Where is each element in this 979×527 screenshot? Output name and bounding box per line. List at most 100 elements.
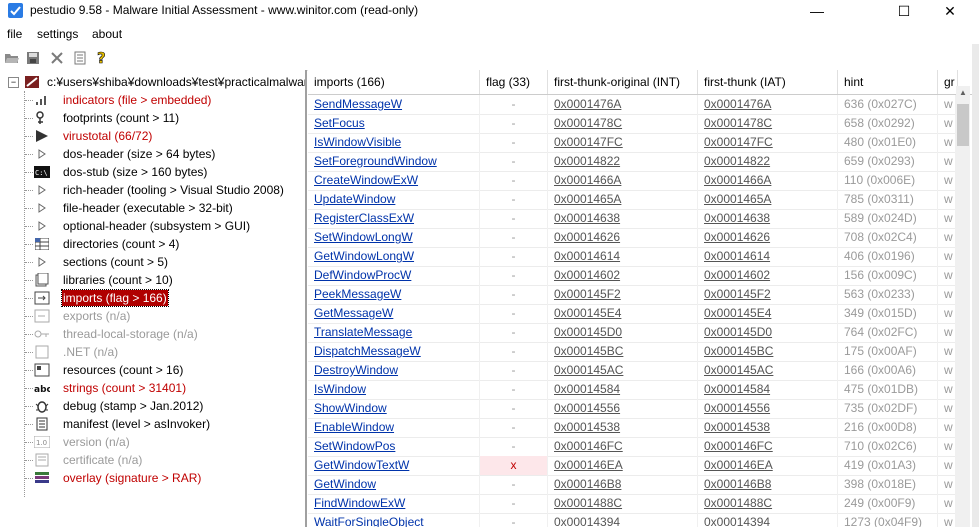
tree-item[interactable]: indicators (file > embedded): [34, 91, 212, 109]
int-cell: 0x0001488C: [548, 494, 698, 513]
import-name-cell[interactable]: SetWindowLongW: [308, 228, 480, 247]
table-row[interactable]: IsWindow -0x00014584 0x00014584 475 (0x01DB…: [308, 380, 956, 400]
menu-bar: file settings about: [0, 26, 979, 44]
tree-item[interactable]: libraries (count > 10): [34, 271, 174, 289]
column-header-int[interactable]: first-thunk-original (INT): [548, 70, 698, 94]
minimize-button[interactable]: —: [794, 0, 840, 22]
import-name-cell[interactable]: DestroyWindow: [308, 361, 480, 380]
table-row[interactable]: DispatchMessageW -0x000145BC 0x000145BC 175…: [308, 342, 956, 362]
scroll-up-arrow-icon[interactable]: ▲: [956, 88, 970, 100]
help-icon[interactable]: ?: [94, 50, 110, 66]
key-icon: [34, 327, 50, 341]
import-name-cell[interactable]: GetWindowTextW: [308, 456, 480, 475]
table-row[interactable]: UpdateWindow -0x0001465A 0x0001465A 785 (0x…: [308, 190, 956, 210]
import-name-cell[interactable]: RegisterClassExW: [308, 209, 480, 228]
list-icon[interactable]: [72, 50, 88, 66]
int-cell: 0x000145BC: [548, 342, 698, 361]
table-row[interactable]: SetWindowPos -0x000146FC 0x000146FC 710 (0x…: [308, 437, 956, 457]
table-row[interactable]: WaitForSingleObject -0x00014394 0x00014394…: [308, 513, 956, 527]
scrollbar-thumb[interactable]: [957, 104, 969, 146]
tree-root[interactable]: − c:¥users¥shiba¥downloads¥test¥practica…: [8, 73, 305, 91]
tree-item[interactable]: virustotal (66/72): [34, 127, 153, 145]
tree-item[interactable]: overlay (signature > RAR): [34, 469, 202, 487]
import-name-cell[interactable]: IsWindowVisible: [308, 133, 480, 152]
tree-item[interactable]: abc strings (count > 31401): [34, 379, 187, 397]
tree-connector: [25, 478, 33, 479]
tree-item[interactable]: debug (stamp > Jan.2012): [34, 397, 204, 415]
import-name-cell[interactable]: SetWindowPos: [308, 437, 480, 456]
table-row[interactable]: DestroyWindow -0x000145AC 0x000145AC 166 (0…: [308, 361, 956, 381]
import-name-cell[interactable]: FindWindowExW: [308, 494, 480, 513]
column-header-flag[interactable]: flag (33): [480, 70, 548, 94]
import-name-cell[interactable]: WaitForSingleObject: [308, 513, 480, 527]
import-name-cell[interactable]: GetWindowLongW: [308, 247, 480, 266]
table-row[interactable]: PeekMessageW -0x000145F2 0x000145F2 563 (0x…: [308, 285, 956, 305]
table-row[interactable]: RegisterClassExW -0x00014638 0x00014638 589…: [308, 209, 956, 229]
column-header-iat[interactable]: first-thunk (IAT): [698, 70, 838, 94]
table-row[interactable]: DefWindowProcW -0x00014602 0x00014602 156 (…: [308, 266, 956, 286]
tree-item[interactable]: exports (n/a): [34, 307, 131, 325]
import-name-cell[interactable]: SendMessageW: [308, 95, 480, 114]
maximize-button[interactable]: ☐: [881, 0, 927, 22]
menu-settings[interactable]: settings: [37, 27, 78, 41]
tree-item[interactable]: C:\ dos-stub (size > 160 bytes): [34, 163, 208, 181]
column-header-imports[interactable]: imports (166): [308, 70, 480, 94]
iat-cell: 0x0001465A: [698, 190, 838, 209]
tree-item[interactable]: certificate (n/a): [34, 451, 143, 469]
table-row[interactable]: SendMessageW -0x0001476A 0x0001476A 636 (0x…: [308, 95, 956, 115]
collapse-toggle-icon[interactable]: −: [8, 76, 19, 88]
import-name-cell[interactable]: IsWindow: [308, 380, 480, 399]
tree-item[interactable]: footprints (count > 11): [34, 109, 180, 127]
table-row[interactable]: SetForegroundWindow -0x00014822 0x00014822…: [308, 152, 956, 172]
table-row[interactable]: GetWindow -0x000146B8 0x000146B8 398 (0x018…: [308, 475, 956, 495]
tree-item[interactable]: file-header (executable > 32-bit): [34, 199, 234, 217]
table-row[interactable]: EnableWindow -0x00014538 0x00014538 216 (0x…: [308, 418, 956, 438]
tree-item[interactable]: directories (count > 4): [34, 235, 180, 253]
table-row[interactable]: SetWindowLongW -0x00014626 0x00014626 708 (…: [308, 228, 956, 248]
table-row[interactable]: GetMessageW -0x000145E4 0x000145E4 349 (0x0…: [308, 304, 956, 324]
tree-item[interactable]: 1.0 version (n/a): [34, 433, 131, 451]
hint-cell: 166 (0x00A6): [838, 361, 938, 380]
import-name-cell[interactable]: PeekMessageW: [308, 285, 480, 304]
import-name-cell[interactable]: DefWindowProcW: [308, 266, 480, 285]
tree-item[interactable]: manifest (level > asInvoker): [34, 415, 211, 433]
import-name-cell[interactable]: UpdateWindow: [308, 190, 480, 209]
import-name-cell[interactable]: EnableWindow: [308, 418, 480, 437]
save-icon[interactable]: [25, 50, 41, 66]
tree-item-label: virustotal (66/72): [63, 129, 153, 143]
table-row[interactable]: ShowWindow -0x00014556 0x00014556 735 (0x02…: [308, 399, 956, 419]
table-row[interactable]: SetFocus -0x0001478C 0x0001478C 658 (0x0292…: [308, 114, 956, 134]
tree-item[interactable]: .NET (n/a): [34, 343, 119, 361]
import-name-cell[interactable]: ShowWindow: [308, 399, 480, 418]
table-row[interactable]: GetWindowLongW -0x00014614 0x00014614 406 (…: [308, 247, 956, 267]
group-cell: w: [938, 361, 956, 380]
tree-item[interactable]: imports (flag > 166): [34, 289, 169, 307]
close-file-icon[interactable]: [49, 50, 65, 66]
close-button[interactable]: ✕: [927, 0, 973, 22]
open-folder-icon[interactable]: [4, 50, 20, 66]
import-name-cell[interactable]: SetFocus: [308, 114, 480, 133]
tree-item[interactable]: thread-local-storage (n/a): [34, 325, 199, 343]
group-cell: w: [938, 190, 956, 209]
import-name-cell[interactable]: GetMessageW: [308, 304, 480, 323]
tree-item[interactable]: sections (count > 5): [34, 253, 169, 271]
tree-item[interactable]: optional-header (subsystem > GUI): [34, 217, 251, 235]
table-row[interactable]: GetWindowTextW x 0x000146EA 0x000146EA 419 (…: [308, 456, 956, 476]
import-name-cell[interactable]: GetWindow: [308, 475, 480, 494]
tree-item[interactable]: rich-header (tooling > Visual Studio 200…: [34, 181, 285, 199]
column-header-hint[interactable]: hint: [838, 70, 938, 94]
import-name-cell[interactable]: DispatchMessageW: [308, 342, 480, 361]
tree-item[interactable]: dos-header (size > 64 bytes): [34, 145, 216, 163]
menu-about[interactable]: about: [92, 27, 122, 41]
menu-file[interactable]: file: [7, 27, 22, 41]
column-header-group[interactable]: gr: [938, 70, 958, 94]
tree-item[interactable]: resources (count > 16): [34, 361, 184, 379]
table-row[interactable]: FindWindowExW -0x0001488C 0x0001488C 249 (0…: [308, 494, 956, 514]
table-row[interactable]: TranslateMessage -0x000145D0 0x000145D0 764…: [308, 323, 956, 343]
table-row[interactable]: CreateWindowExW -0x0001466A 0x0001466A 110 …: [308, 171, 956, 191]
import-name-cell[interactable]: CreateWindowExW: [308, 171, 480, 190]
import-name-cell[interactable]: SetForegroundWindow: [308, 152, 480, 171]
table-row[interactable]: IsWindowVisible -0x000147FC 0x000147FC 480 …: [308, 133, 956, 153]
vertical-scrollbar[interactable]: [956, 86, 970, 527]
import-name-cell[interactable]: TranslateMessage: [308, 323, 480, 342]
